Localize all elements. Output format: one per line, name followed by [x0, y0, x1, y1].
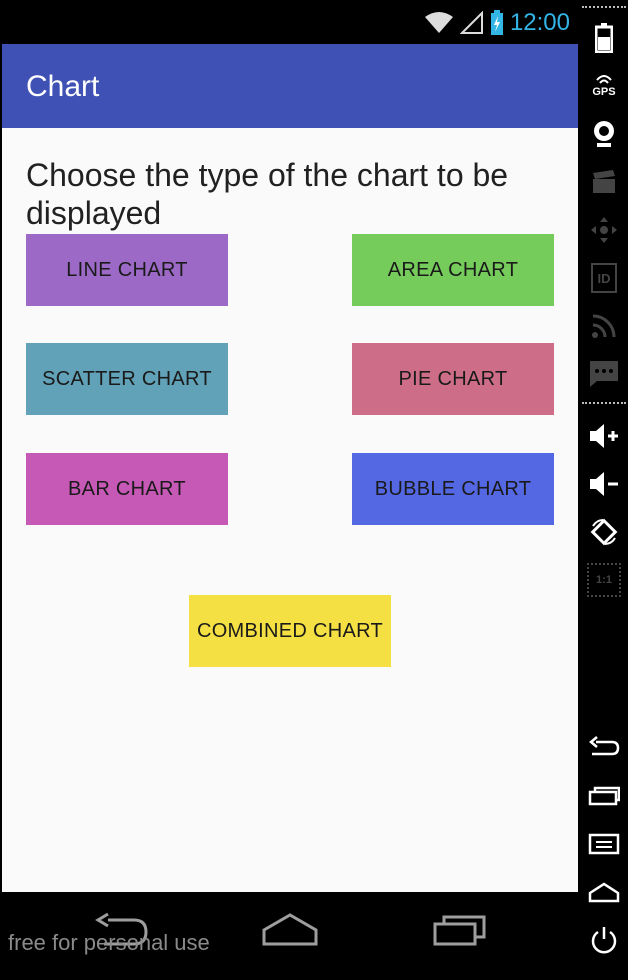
emulator-toolbar: GPS ID 1:1 [580, 0, 628, 980]
wifi-icon [424, 12, 453, 33]
combined-chart-button[interactable]: COMBINED CHART [189, 595, 391, 667]
bar-chart-button-label: BAR CHART [68, 477, 186, 500]
page-prompt: Choose the type of the chart to be displ… [26, 157, 509, 231]
volume-down-icon[interactable] [580, 462, 628, 506]
signal-icon [459, 11, 483, 34]
battery-charging-icon [490, 10, 503, 35]
bar-chart-button[interactable]: BAR CHART [26, 453, 228, 525]
bubble-chart-button-label: BUBBLE CHART [374, 477, 532, 500]
app-bar: Chart [2, 44, 578, 128]
line-chart-button[interactable]: LINE CHART [26, 234, 228, 306]
line-chart-button-label: LINE CHART [66, 258, 188, 281]
nav-recents-icon[interactable] [432, 914, 488, 946]
area-chart-button-label: AREA CHART [387, 258, 519, 281]
main-content: Choose the type of the chart to be displ… [2, 128, 578, 892]
scatter-chart-button[interactable]: SCATTER CHART [26, 343, 228, 415]
back-icon[interactable] [580, 726, 628, 770]
combined-chart-button-label: COMBINED CHART [196, 619, 384, 642]
video-icon[interactable] [580, 160, 628, 204]
rss-icon[interactable] [580, 304, 628, 348]
id-label: ID [597, 270, 611, 286]
watermark-text: free for personal use [8, 930, 210, 955]
dpad-icon[interactable] [580, 208, 628, 252]
menu-icon[interactable] [580, 822, 628, 866]
home-icon[interactable] [580, 870, 628, 914]
pie-chart-button-label: PIE CHART [398, 367, 508, 390]
volume-up-icon[interactable] [580, 414, 628, 458]
phone-screen: 12:00 Chart Choose the type of the chart… [0, 0, 580, 980]
gps-icon[interactable]: GPS [580, 64, 628, 108]
nav-home-icon[interactable] [262, 912, 318, 946]
status-bar: 12:00 [0, 0, 580, 44]
scale-icon[interactable]: 1:1 [580, 558, 628, 602]
battery-icon[interactable] [580, 16, 628, 60]
pie-chart-button[interactable]: PIE CHART [352, 343, 554, 415]
camera-icon[interactable] [580, 112, 628, 156]
rotate-icon[interactable] [580, 510, 628, 554]
toolbar-divider [582, 6, 626, 8]
status-icons: 12:00 [424, 8, 570, 38]
area-chart-button[interactable]: AREA CHART [352, 234, 554, 306]
gps-label: GPS [592, 86, 616, 98]
overview-icon[interactable] [580, 774, 628, 818]
power-icon[interactable] [580, 918, 628, 962]
bubble-chart-button[interactable]: BUBBLE CHART [352, 453, 554, 525]
sms-icon[interactable] [580, 352, 628, 396]
status-clock: 12:00 [509, 9, 570, 36]
app-title: Chart [26, 70, 100, 103]
id-icon[interactable]: ID [580, 256, 628, 300]
scale-label: 1:1 [596, 574, 612, 586]
scatter-chart-button-label: SCATTER CHART [42, 367, 212, 390]
toolbar-divider [582, 402, 626, 404]
